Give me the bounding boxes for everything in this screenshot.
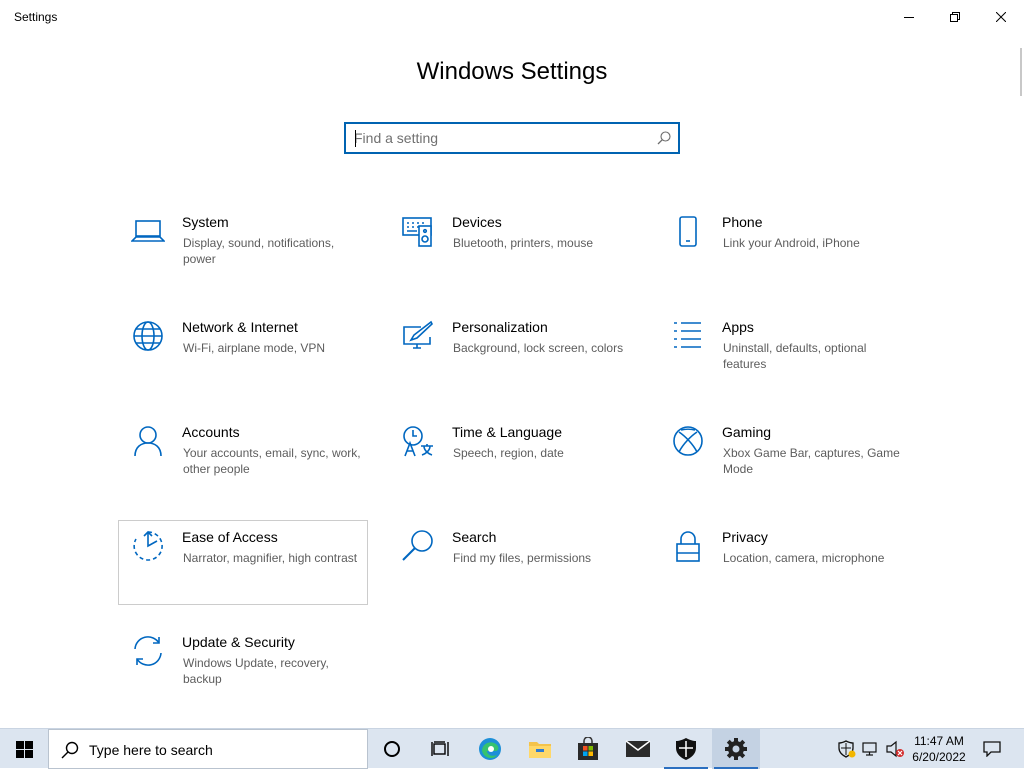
settings-app[interactable] xyxy=(712,729,760,769)
tray-volume[interactable] xyxy=(884,729,906,769)
minimize-icon xyxy=(904,16,914,18)
tile-title: Phone xyxy=(722,214,763,230)
tile-title: Search xyxy=(452,529,497,545)
tile-personalization[interactable]: Personalization Background, lock screen,… xyxy=(388,310,638,395)
time-language-icon xyxy=(403,426,433,457)
search-input[interactable] xyxy=(354,128,644,148)
tile-accounts[interactable]: Accounts Your accounts, email, sync, wor… xyxy=(118,415,368,500)
store-app[interactable] xyxy=(564,729,612,769)
tile-privacy[interactable]: Privacy Location, camera, microphone xyxy=(658,520,908,605)
tile-description: Wi-Fi, airplane mode, VPN xyxy=(183,341,326,355)
store-icon xyxy=(578,737,598,760)
tile-title: Apps xyxy=(722,319,754,335)
tile-gaming[interactable]: Gaming Xbox Game Bar, captures, Game Mod… xyxy=(658,415,908,500)
tile-title: Update & Security xyxy=(182,634,295,650)
tile-title: Network & Internet xyxy=(182,319,298,335)
laptop-icon xyxy=(131,220,165,242)
xbox-icon xyxy=(673,426,703,456)
file-explorer-app[interactable] xyxy=(516,729,564,769)
tile-description: Speech, region, date xyxy=(453,446,564,460)
page-title: Windows Settings xyxy=(416,58,608,85)
restore-icon xyxy=(950,11,960,22)
tile-description: Find my files, permissions xyxy=(453,551,592,565)
tile-title: Time & Language xyxy=(452,424,562,440)
close-button[interactable] xyxy=(978,0,1024,33)
tile-description: Location, camera, microphone xyxy=(723,551,885,565)
tile-title: Devices xyxy=(452,214,502,230)
tile-description: Narrator, magnifier, high contrast xyxy=(183,551,358,565)
close-icon xyxy=(996,11,1006,22)
tile-description: Uninstall, defaults, optional features xyxy=(723,341,867,371)
tile-phone[interactable]: Phone Link your Android, iPhone xyxy=(658,205,908,290)
search-icon xyxy=(61,741,79,759)
cortana-icon xyxy=(384,741,400,757)
magnifier-icon xyxy=(402,530,433,561)
globe-icon xyxy=(133,321,163,351)
mail-app[interactable] xyxy=(614,729,662,769)
windows-security-app[interactable] xyxy=(662,729,710,769)
file-explorer-icon xyxy=(529,742,551,758)
settings-gear-icon xyxy=(725,738,747,760)
tile-title: Accounts xyxy=(182,424,240,440)
taskbar-clock[interactable]: 11:47 AM 6/20/2022 xyxy=(906,733,972,765)
network-icon xyxy=(862,742,877,756)
tile-description: Background, lock screen, colors xyxy=(453,341,624,355)
tile-search[interactable]: Search Find my files, permissions xyxy=(388,520,638,605)
settings-search-box[interactable] xyxy=(344,122,680,154)
tile-apps[interactable]: Apps Uninstall, defaults, optional featu… xyxy=(658,310,908,395)
tile-title: Ease of Access xyxy=(182,529,278,545)
tile-ease-of-access[interactable]: Ease of Access Narrator, magnifier, high… xyxy=(118,520,368,605)
tile-description: Xbox Game Bar, captures, Game Mode xyxy=(723,446,900,476)
tile-title: System xyxy=(182,214,229,230)
tile-title: Gaming xyxy=(722,424,772,440)
window-title: Settings xyxy=(14,10,58,24)
clock-time: 11:47 AM xyxy=(914,734,964,748)
start-button[interactable] xyxy=(0,729,48,769)
taskbar-search-text: Type here to search xyxy=(89,742,213,758)
tray-security[interactable] xyxy=(836,729,858,769)
cortana-button[interactable] xyxy=(368,729,416,769)
tile-update-security[interactable]: Update & Security Windows Update, recove… xyxy=(118,625,368,710)
action-center-button[interactable] xyxy=(978,729,1006,769)
title-bar[interactable]: Settings xyxy=(0,0,1024,33)
search-icon[interactable] xyxy=(657,131,671,145)
person-icon xyxy=(134,426,162,457)
taskbar-search-box[interactable]: Type here to search xyxy=(48,729,368,769)
tile-description: Your accounts, email, sync, work, other … xyxy=(183,446,361,476)
tray-network[interactable] xyxy=(860,729,882,769)
sync-arrows-icon xyxy=(134,636,162,666)
apps-list-icon xyxy=(674,322,701,348)
edge-app[interactable] xyxy=(466,729,514,769)
clock-date: 6/20/2022 xyxy=(912,750,966,764)
tile-devices[interactable]: Devices Bluetooth, printers, mouse xyxy=(388,205,638,290)
restore-button[interactable] xyxy=(932,0,978,33)
task-view-button[interactable] xyxy=(416,729,464,769)
keyboard-speaker-icon xyxy=(402,217,432,247)
mail-icon xyxy=(625,740,651,757)
tile-description: Windows Update, recovery, backup xyxy=(183,656,329,686)
tile-title: Personalization xyxy=(452,319,548,335)
task-view-icon xyxy=(431,741,449,756)
tile-description: Display, sound, notifications, power xyxy=(183,236,335,266)
settings-window: Settings Windows Settings System Display… xyxy=(0,0,1024,728)
lock-icon xyxy=(676,531,700,562)
tile-title: Privacy xyxy=(722,529,768,545)
text-caret xyxy=(355,130,356,147)
ease-of-access-icon xyxy=(133,530,163,561)
tile-network-internet[interactable]: Network & Internet Wi-Fi, airplane mode,… xyxy=(118,310,368,395)
volume-muted-icon xyxy=(886,740,904,758)
tile-description: Link your Android, iPhone xyxy=(723,236,860,250)
edge-icon xyxy=(479,738,501,760)
taskbar: Type here to search 11:47 AM 6/20/2022 xyxy=(0,728,1024,769)
minimize-button[interactable] xyxy=(886,0,932,33)
paint-monitor-icon xyxy=(403,320,433,349)
security-shield-icon xyxy=(676,738,696,760)
tile-time-language[interactable]: Time & Language Speech, region, date xyxy=(388,415,638,500)
security-tray-icon xyxy=(838,740,856,758)
tile-system[interactable]: System Display, sound, notifications, po… xyxy=(118,205,368,290)
tile-description: Bluetooth, printers, mouse xyxy=(453,236,594,250)
windows-logo-icon xyxy=(15,740,33,758)
action-center-icon xyxy=(983,741,1001,757)
phone-icon xyxy=(679,216,697,247)
